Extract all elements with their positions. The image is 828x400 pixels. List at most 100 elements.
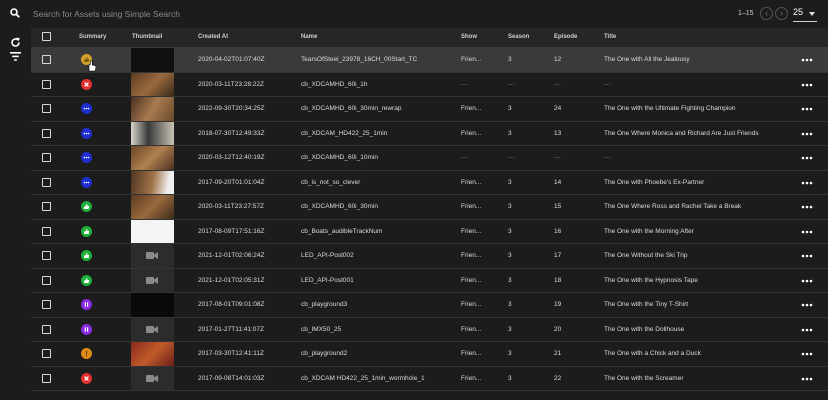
name-cell[interactable]: cb_XDCAMHD_60i_30min_rewrap bbox=[301, 105, 401, 112]
row-checkbox[interactable] bbox=[42, 324, 51, 334]
more-options-icon[interactable] bbox=[801, 55, 813, 65]
table-row[interactable]: 2017-09-08T14:01:03Z cb_XDCAM HD422_25_1… bbox=[31, 366, 828, 391]
status-badge[interactable] bbox=[81, 176, 92, 188]
thumbnail[interactable] bbox=[131, 219, 174, 243]
thumbnail[interactable] bbox=[131, 97, 174, 121]
row-checkbox[interactable] bbox=[42, 128, 51, 138]
refresh-icon[interactable] bbox=[10, 37, 21, 48]
name-cell[interactable]: cb_XDCAMHD_60i_1h bbox=[301, 81, 367, 88]
status-badge[interactable] bbox=[81, 127, 92, 139]
show-cell: Frien... bbox=[461, 56, 482, 63]
thumbnail[interactable] bbox=[131, 48, 174, 72]
row-checkbox[interactable] bbox=[42, 177, 51, 187]
row-checkbox[interactable] bbox=[42, 300, 51, 309]
row-checkbox[interactable] bbox=[42, 104, 51, 113]
more-options-icon[interactable] bbox=[801, 227, 813, 237]
table-row[interactable]: 2017-09-20T01:01:04Z cb_is_not_so_clever… bbox=[31, 170, 828, 195]
thumbnail[interactable] bbox=[131, 72, 174, 96]
table-row[interactable]: 2020-03-12T12:40:19Z cb_XDCAMHD_60i_10mi… bbox=[31, 146, 828, 171]
name-cell[interactable]: cb_XDCAMHD_60i_30min bbox=[301, 203, 378, 210]
next-page-button[interactable]: › bbox=[775, 7, 788, 20]
more-options-icon[interactable] bbox=[801, 349, 813, 359]
thumbnail[interactable] bbox=[131, 170, 174, 194]
search-icon[interactable] bbox=[10, 8, 20, 18]
status-badge[interactable] bbox=[81, 225, 92, 237]
table-row[interactable]: 2018-07-30T12:49:33Z cb_XDCAM_HD422_25_1… bbox=[31, 121, 828, 146]
row-checkbox[interactable] bbox=[42, 226, 51, 236]
row-checkbox[interactable] bbox=[42, 55, 51, 64]
column-season[interactable]: Season bbox=[508, 34, 529, 40]
status-badge[interactable] bbox=[81, 372, 92, 384]
row-checkbox[interactable] bbox=[42, 349, 51, 358]
name-cell[interactable]: TearsOfSteel_23978_16CH_00Start_TC bbox=[301, 56, 417, 63]
status-badge[interactable] bbox=[81, 152, 92, 163]
thumbnail[interactable] bbox=[131, 195, 174, 219]
more-options-icon[interactable] bbox=[801, 300, 813, 310]
name-cell[interactable]: cb_IMX50_25 bbox=[301, 326, 341, 333]
more-options-icon[interactable] bbox=[801, 202, 813, 212]
table-row[interactable]: 2017-03-30T12:41:11Z cb_playground2 Frie… bbox=[31, 342, 828, 367]
thumbnail-placeholder[interactable] bbox=[131, 268, 174, 292]
more-options-icon[interactable] bbox=[801, 276, 813, 286]
thumbnail-placeholder[interactable] bbox=[131, 317, 174, 341]
thumbnail-placeholder[interactable] bbox=[131, 244, 174, 268]
more-options-icon[interactable] bbox=[801, 251, 813, 261]
select-all-checkbox[interactable] bbox=[42, 32, 51, 41]
name-cell[interactable]: cb_Boats_audibleTrackNum bbox=[301, 228, 382, 235]
table-row[interactable]: 2021-12-01T02:06:24Z LED_API-Post002 Fri… bbox=[31, 244, 828, 269]
status-badge[interactable] bbox=[81, 201, 92, 212]
thumbnail[interactable] bbox=[131, 293, 174, 317]
column-title[interactable]: Title bbox=[604, 34, 616, 40]
name-cell[interactable]: cb_playground3 bbox=[301, 301, 347, 308]
name-cell[interactable]: cb_XDCAM_HD422_25_1min bbox=[301, 130, 387, 137]
name-cell[interactable]: cb_XDCAMHD_60i_10min bbox=[301, 154, 378, 161]
column-thumbnail[interactable]: Thumbnail bbox=[132, 34, 162, 40]
row-checkbox[interactable] bbox=[42, 251, 51, 260]
more-options-icon[interactable] bbox=[801, 325, 813, 335]
more-options-icon[interactable] bbox=[801, 153, 813, 163]
column-episode[interactable]: Episode bbox=[554, 34, 577, 40]
table-row[interactable]: 2020-03-11T23:27:57Z cb_XDCAMHD_60i_30mi… bbox=[31, 195, 828, 220]
table-row[interactable]: 2020-04-02T01:07:40Z TearsOfSteel_23978_… bbox=[31, 48, 828, 73]
row-checkbox[interactable] bbox=[42, 202, 51, 211]
prev-page-button[interactable]: ‹ bbox=[760, 7, 773, 20]
row-checkbox[interactable] bbox=[42, 153, 51, 162]
table-row[interactable]: 2020-03-11T23:28:22Z cb_XDCAMHD_60i_1h -… bbox=[31, 72, 828, 97]
status-badge[interactable] bbox=[81, 323, 92, 335]
table-row[interactable]: 2021-12-01T02:05:31Z LED_API-Post001 Fri… bbox=[31, 268, 828, 293]
more-options-icon[interactable] bbox=[801, 374, 813, 384]
row-checkbox[interactable] bbox=[42, 79, 51, 89]
row-checkbox[interactable] bbox=[42, 275, 51, 285]
status-badge[interactable] bbox=[81, 274, 92, 286]
more-options-icon[interactable] bbox=[801, 129, 813, 139]
table-row[interactable]: 2022-09-30T20:34:25Z cb_XDCAMHD_60i_30mi… bbox=[31, 97, 828, 122]
search-input[interactable]: Search for Assets using Simple Search bbox=[33, 9, 180, 19]
more-options-icon[interactable] bbox=[801, 104, 813, 114]
more-options-icon[interactable] bbox=[801, 178, 813, 188]
name-cell[interactable]: LED_API-Post001 bbox=[301, 277, 354, 284]
filter-icon[interactable] bbox=[10, 52, 21, 61]
status-badge[interactable] bbox=[81, 299, 92, 310]
thumbnail[interactable] bbox=[131, 146, 174, 170]
table-row[interactable]: 2017-08-09T17:51:16Z cb_Boats_audibleTra… bbox=[31, 219, 828, 244]
column-created-at[interactable]: Created At bbox=[198, 34, 228, 40]
status-badge[interactable] bbox=[81, 103, 92, 114]
name-cell[interactable]: cb_playground2 bbox=[301, 350, 347, 357]
thumbnail-placeholder[interactable] bbox=[131, 366, 174, 390]
column-name[interactable]: Name bbox=[301, 34, 317, 40]
more-options-icon[interactable] bbox=[801, 80, 813, 90]
thumbnail[interactable] bbox=[131, 342, 174, 366]
name-cell[interactable]: cb_XDCAM HD422_25_1min_wormhole_1 bbox=[301, 375, 425, 382]
name-cell[interactable]: LED_API-Post002 bbox=[301, 252, 354, 259]
status-badge[interactable] bbox=[81, 348, 92, 359]
column-summary[interactable]: Summary bbox=[79, 34, 106, 40]
thumbnail[interactable] bbox=[131, 121, 174, 145]
row-checkbox[interactable] bbox=[42, 373, 51, 383]
table-row[interactable]: 2017-08-01T09:01:08Z cb_playground3 Frie… bbox=[31, 293, 828, 318]
name-cell[interactable]: cb_is_not_so_clever bbox=[301, 179, 360, 186]
status-badge[interactable] bbox=[81, 78, 92, 90]
page-size-select[interactable]: 25 bbox=[793, 7, 817, 22]
column-show[interactable]: Show bbox=[461, 34, 477, 40]
table-row[interactable]: 2017-01-27T11:41:07Z cb_IMX50_25 Frien..… bbox=[31, 317, 828, 342]
status-badge[interactable] bbox=[81, 250, 92, 261]
